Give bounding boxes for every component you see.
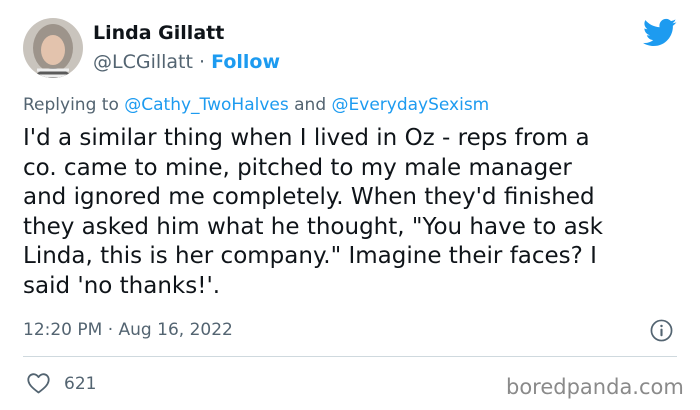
watermark: boredpanda.com [506,375,684,399]
reply-context: Replying to @Cathy_TwoHalves and @Everyd… [23,95,489,115]
heart-icon[interactable] [26,372,51,394]
tweet-text: I'd a similar thing when I lived in Oz -… [23,124,683,301]
author-handle[interactable]: @LCGillatt [93,51,193,73]
author-name[interactable]: Linda Gillatt [93,22,224,44]
reply-prefix: Replying to [23,95,119,115]
tweet-line: they asked him what he thought, "You hav… [23,213,603,240]
follow-button[interactable]: Follow [211,51,280,73]
tweet-line: and ignored me completely. When they'd f… [23,184,595,210]
twitter-bird-icon[interactable] [643,18,677,48]
divider [23,356,677,357]
separator-dot: · [199,51,206,73]
tweet-line: co. came to mine, pitched to my male man… [23,154,572,181]
mention-link-cathy[interactable]: @Cathy_TwoHalves [124,95,288,115]
author-handle-row: @LCGillatt · Follow [93,51,280,73]
avatar[interactable] [23,18,83,78]
tweet-line: I'd a similar thing when I lived in Oz -… [23,125,590,151]
like-count: 621 [64,374,97,394]
tweet-line: said 'no thanks!'. [23,272,221,299]
info-icon[interactable] [650,319,673,342]
tweet-timestamp[interactable]: 12:20 PM · Aug 16, 2022 [23,320,233,340]
tweet-line: Linda, this is her company." Imagine the… [23,243,597,269]
avatar-photo [23,18,83,78]
mention-link-everydaysexism[interactable]: @EverydaySexism [332,95,490,115]
reply-conjunction: and [294,95,327,115]
